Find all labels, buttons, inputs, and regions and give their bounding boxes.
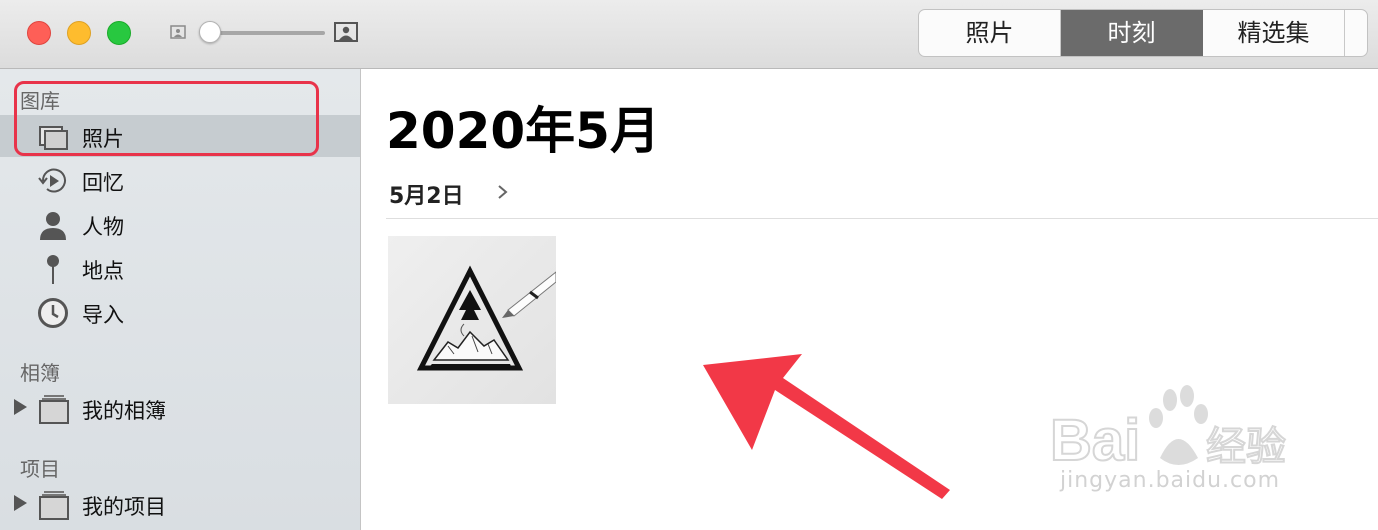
tab-photos[interactable]: 照片 — [919, 10, 1061, 56]
person-icon — [40, 212, 66, 240]
clock-icon — [38, 298, 68, 328]
annotation-arrow — [703, 354, 950, 499]
title-bar: 照片 时刻 精选集 — [0, 0, 1378, 69]
pin-icon — [47, 255, 59, 284]
divider — [386, 218, 1378, 219]
sidebar-item-my-projects[interactable]: 我的项目 — [0, 483, 360, 525]
sidebar-item-label: 我的项目 — [82, 495, 166, 519]
sidebar-item-label: 导入 — [82, 303, 124, 327]
tab-moments[interactable]: 时刻 — [1061, 10, 1203, 56]
sidebar-item-my-albums[interactable]: 我的相簿 — [0, 387, 360, 429]
disclosure-triangle-icon[interactable] — [14, 495, 27, 511]
maximize-window-button[interactable] — [107, 21, 131, 45]
page-title: 2020年5月 — [386, 102, 660, 160]
zoom-slider-knob[interactable] — [199, 21, 221, 43]
moment-day-header[interactable]: 5月2日 — [389, 178, 464, 210]
sidebar-item-imports[interactable]: 导入 — [0, 291, 360, 333]
svg-text:Bai: Bai — [1050, 408, 1140, 473]
sidebar-item-label: 地点 — [82, 259, 124, 283]
sidebar-item-label: 人物 — [82, 215, 124, 239]
disclosure-triangle-icon[interactable] — [14, 399, 27, 415]
close-window-button[interactable] — [27, 21, 51, 45]
zoom-in-icon[interactable] — [334, 22, 358, 42]
sidebar-item-places[interactable]: 地点 — [0, 247, 360, 289]
photo-thumbnail[interactable] — [388, 236, 556, 404]
memories-icon — [38, 168, 66, 193]
section-header-projects: 项目 — [20, 457, 60, 481]
tab-overflow[interactable] — [1345, 10, 1367, 56]
chevron-right-icon[interactable] — [497, 184, 509, 200]
svg-text:经验: 经验 — [1206, 424, 1286, 470]
album-stack-icon — [39, 491, 69, 520]
section-header-albums: 相簿 — [20, 361, 60, 385]
zoom-slider-track[interactable] — [205, 31, 325, 35]
sidebar-item-memories[interactable]: 回忆 — [0, 159, 360, 201]
sidebar-item-people[interactable]: 人物 — [0, 203, 360, 245]
minimize-window-button[interactable] — [67, 21, 91, 45]
annotation-highlight-box — [14, 81, 319, 156]
tab-collections[interactable]: 精选集 — [1203, 10, 1345, 56]
watermark-url: jingyan.baidu.com — [1060, 468, 1281, 493]
sidebar-item-label: 回忆 — [82, 171, 124, 195]
zoom-out-icon[interactable] — [170, 25, 186, 39]
sidebar-item-label: 我的相簿 — [82, 399, 166, 423]
view-segmented-control: 照片 时刻 精选集 — [918, 9, 1368, 57]
album-stack-icon — [39, 395, 69, 424]
